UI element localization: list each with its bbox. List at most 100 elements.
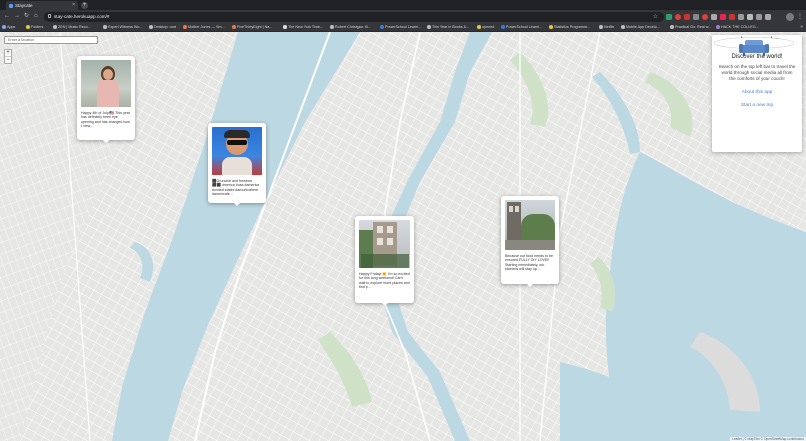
new-tab-button[interactable]: + [81, 1, 88, 9]
menu-dots-icon[interactable]: ⋮ [797, 12, 803, 22]
lock-icon [48, 13, 51, 18]
extension-icon[interactable] [747, 13, 753, 20]
bookmark-item[interactable]: Apps [2, 23, 16, 31]
post-photo[interactable] [359, 220, 410, 268]
bookmark-favicon-icon [2, 25, 6, 29]
post-popup[interactable]: Happy Friday! 🌞 I'm so excited for this … [355, 216, 414, 306]
about-app-link[interactable]: About this app [712, 90, 802, 95]
profile-avatar[interactable] [786, 12, 794, 21]
bookmark-item[interactable]: opened [477, 23, 495, 31]
map[interactable]: Enter a location + − Happy 4th of July!🇺… [0, 32, 806, 441]
bookmark-label: Folders [31, 25, 44, 29]
map-attribution: Leaflet | © MapTiler © OpenStreetMap con… [730, 436, 806, 441]
post-caption: Happy 4th of July!🇺🇸 This year has defin… [81, 111, 130, 129]
bookmark-favicon-icon [716, 25, 720, 29]
address-url: stay-cate.herokuapp.com/# [54, 13, 110, 19]
home-icon[interactable]: ⌂ [34, 12, 38, 21]
bookmark-favicon-icon [283, 25, 287, 29]
bookmark-item[interactable]: Desktop: root [149, 23, 176, 31]
post-caption: Because our food needs to be ensured FUL… [505, 254, 553, 272]
bookmark-label: Netflix [604, 25, 615, 29]
browser-titlebar: Staycate × + [0, 0, 806, 10]
bookmark-item[interactable]: Folders [26, 23, 44, 31]
info-panel: staycate Discover the world! Search on t… [712, 35, 802, 152]
bookmark-item[interactable]: HACK THE COLLEG... [716, 23, 759, 31]
browser-toolbar: ← → ↻ ⌂ stay-cate.herokuapp.com/# ☆ ⋮ [0, 10, 806, 23]
panel-description: Search on the top left bar to travel the… [718, 64, 796, 81]
post-popup[interactable]: ⬛Grunchie and freedom ⬛⬛ #merica #usa #a… [208, 123, 266, 206]
tab-favicon-icon [9, 3, 13, 8]
bookmark-label: PowerSchool Learni... [385, 25, 422, 29]
bookmark-favicon-icon [26, 25, 30, 29]
bookmark-item[interactable]: Statistics Programm... [549, 23, 590, 31]
bookmark-favicon-icon [53, 25, 57, 29]
post-caption: ⬛Grunchie and freedom ⬛⬛ #merica #usa #a… [212, 179, 260, 197]
bookmark-favicon-icon [232, 25, 236, 29]
bookmark-item[interactable]: PowerSchool Learni... [501, 23, 542, 31]
post-popup[interactable]: Because our food needs to be ensured FUL… [501, 196, 559, 287]
bookmark-label: Mobile App Develo... [626, 25, 660, 29]
bookmark-item[interactable]: Expert Witness Wo... [103, 23, 142, 31]
extension-icon[interactable] [720, 13, 726, 20]
post-photo[interactable] [505, 200, 555, 250]
new-trip-link[interactable]: Start a new trip [712, 103, 802, 108]
bookmark-item[interactable]: Netflix [599, 23, 615, 31]
bookmark-label: Mother Jones — Sm... [188, 25, 225, 29]
bookmark-label: Robert Christgau: Ki... [335, 25, 372, 29]
bookmark-item[interactable]: ZEN | Music Reco... [53, 23, 91, 31]
bookmark-favicon-icon [477, 25, 481, 29]
bookmark-favicon-icon [549, 25, 553, 29]
post-caption: Happy Friday! 🌞 I'm so excited for this … [359, 272, 410, 290]
bookmark-favicon-icon [621, 25, 625, 29]
post-popup[interactable]: Happy 4th of July!🇺🇸 This year has defin… [77, 56, 135, 143]
bookmark-item[interactable]: FiveThirtyEight | Na... [232, 23, 273, 31]
bookmark-favicon-icon [501, 25, 505, 29]
bookmark-label: The New York Time... [288, 25, 324, 29]
bookmark-favicon-icon [599, 25, 603, 29]
couch-logo-icon [713, 37, 795, 56]
puzzle-icon[interactable] [756, 13, 762, 20]
bookmark-label: Apps [7, 25, 16, 29]
extension-icon[interactable] [765, 13, 771, 20]
tab-close-icon[interactable]: × [72, 1, 75, 10]
extension-icon[interactable] [729, 13, 735, 20]
bookmark-item[interactable]: Robert Christgau: Ki... [330, 23, 372, 31]
zoom-out-button[interactable]: − [5, 57, 11, 64]
extension-icon[interactable] [711, 13, 717, 20]
bookmark-label: HACK THE COLLEG... [721, 25, 759, 29]
bookmark-favicon-icon [330, 25, 334, 29]
bookmark-item[interactable]: Mobile App Develo... [621, 23, 660, 31]
browser-tab[interactable]: Staycate × [6, 1, 78, 10]
bookmark-favicon-icon [380, 25, 384, 29]
zoom-control: + − [4, 49, 12, 64]
bookmark-item[interactable]: This Year in Books &... [427, 23, 469, 31]
bookmark-label: opened [482, 25, 495, 29]
bookmark-item[interactable]: The New York Time... [283, 23, 324, 31]
bookmark-star-icon[interactable]: ☆ [653, 12, 658, 22]
forward-icon[interactable]: → [14, 12, 20, 21]
bookmark-item[interactable]: Practical Go: Real w... [670, 23, 711, 31]
bookmark-favicon-icon [149, 25, 153, 29]
tab-title: Staycate [15, 3, 33, 8]
extension-icon[interactable] [738, 13, 744, 20]
bookmark-favicon-icon [183, 25, 187, 29]
back-icon[interactable]: ← [4, 12, 10, 21]
bookmark-favicon-icon [670, 25, 674, 29]
extension-icon[interactable] [693, 13, 699, 20]
location-search-input[interactable]: Enter a location [4, 36, 98, 44]
extension-icon[interactable] [675, 13, 681, 20]
extension-icon[interactable] [702, 13, 708, 20]
bookmark-label: FiveThirtyEight | Na... [237, 25, 273, 29]
bookmark-item[interactable]: PowerSchool Learni... [380, 23, 422, 31]
extension-icon[interactable] [684, 13, 690, 20]
bookmark-favicon-icon [103, 25, 107, 29]
extensions-bar [666, 12, 771, 21]
post-photo[interactable] [81, 60, 131, 107]
reload-icon[interactable]: ↻ [24, 12, 29, 21]
bookmarks-overflow-icon[interactable]: » [800, 23, 803, 31]
post-photo[interactable] [212, 127, 262, 175]
extension-icon[interactable] [666, 13, 672, 20]
address-bar[interactable]: stay-cate.herokuapp.com/# ☆ [44, 11, 664, 22]
bookmark-item[interactable]: Mother Jones — Sm... [183, 23, 225, 31]
zoom-in-button[interactable]: + [5, 50, 11, 57]
